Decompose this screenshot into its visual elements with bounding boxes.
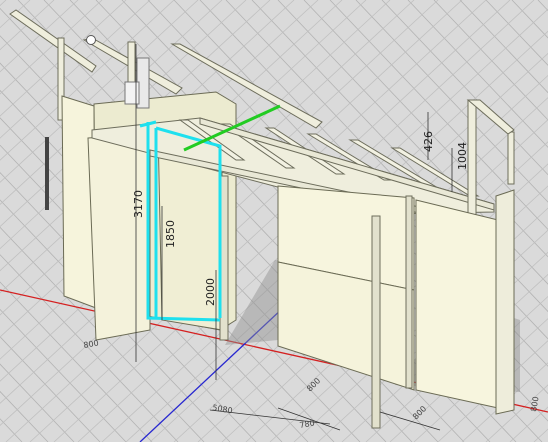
grid-line bbox=[533, 428, 548, 442]
dim-rail-offset: 426 bbox=[422, 131, 435, 152]
right-end-panel[interactable] bbox=[415, 199, 499, 409]
cad-scene[interactable]: 3170 1850 2000 426 1004 5080 780 800 800… bbox=[0, 0, 548, 442]
dim-segment-c: 800 bbox=[411, 404, 428, 421]
dim-width-total: 5080 bbox=[212, 403, 234, 415]
dim-rail-height: 1004 bbox=[456, 142, 469, 170]
grid-line bbox=[0, 390, 49, 442]
end-cylinder[interactable] bbox=[495, 189, 515, 415]
dim-height-opening: 1850 bbox=[164, 220, 177, 248]
dim-segment-b: 800 bbox=[305, 376, 322, 393]
dim-left-base: 800 bbox=[83, 338, 100, 350]
grid-line bbox=[0, 0, 31, 29]
front-left-panel[interactable] bbox=[87, 133, 151, 341]
dim-door-height: 2000 bbox=[204, 278, 217, 306]
far-post[interactable] bbox=[45, 137, 49, 210]
cad-viewport[interactable]: 3170 1850 2000 426 1004 5080 780 800 800… bbox=[0, 0, 548, 442]
dim-height-total: 3170 bbox=[132, 190, 145, 218]
dim-segment-a: 780 bbox=[299, 418, 316, 430]
